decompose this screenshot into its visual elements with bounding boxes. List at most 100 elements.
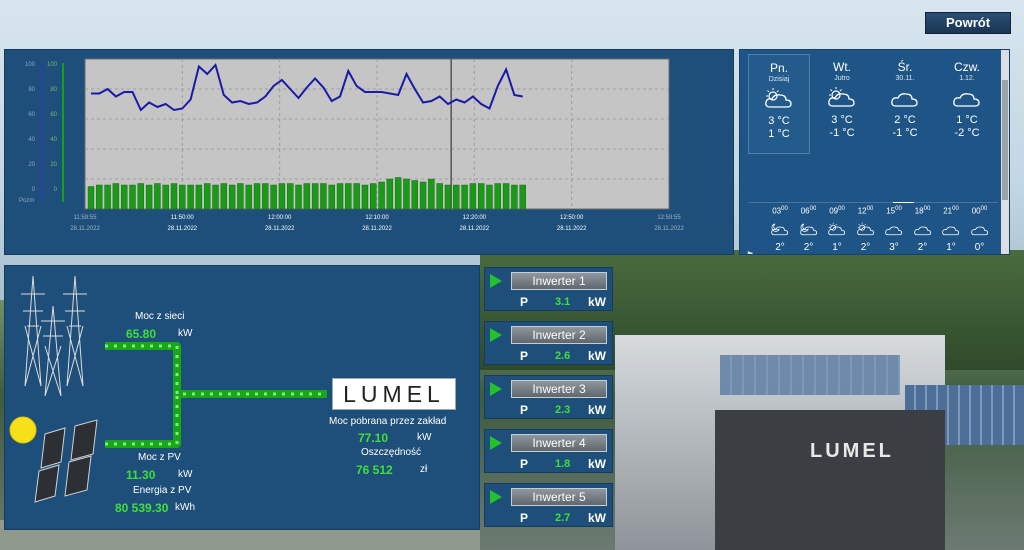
inverter-button[interactable]: Inwerter 2 — [511, 326, 607, 344]
bar-mark — [129, 184, 136, 210]
hour-label: 0900 — [825, 206, 849, 216]
hour-value: 06 — [800, 206, 810, 216]
x-tick-time: 12:50:00 — [560, 215, 584, 221]
hour-label: 1800 — [911, 206, 935, 216]
play-arrow-icon[interactable] — [490, 328, 502, 342]
logo-text: LUMEL — [343, 381, 445, 407]
bar-mark — [187, 184, 194, 210]
day-forecast-tab[interactable]: Czw. 1.12. 1 °C -2 °C — [936, 54, 998, 154]
bar-mark — [444, 184, 452, 210]
day-date: Dzisiaj — [768, 76, 790, 83]
bar-mark — [96, 184, 103, 210]
scrollbar-thumb[interactable] — [1002, 80, 1008, 200]
cloud-icon — [891, 93, 918, 107]
y-tick-label-green: 80 — [50, 87, 57, 93]
hour-value: 15 — [886, 206, 896, 216]
bar-mark — [220, 183, 228, 210]
savings-label: Oszczędność — [361, 447, 422, 458]
y-tick-label-blue: 20 — [28, 162, 35, 168]
lumel-logo: LUMEL — [332, 378, 456, 410]
hour-value: 18 — [914, 206, 924, 216]
day-temp-high: 2 °C — [894, 114, 916, 126]
day-name: Śr. — [897, 60, 913, 74]
bar-mark — [104, 184, 111, 210]
y-tick-label-green: 20 — [50, 162, 57, 168]
pv-energy-value: 80 539.30 — [115, 501, 169, 515]
x-tick-date: 28.11.2022 — [70, 226, 100, 232]
cloud-icon — [913, 226, 931, 235]
hour-label: 0600 — [797, 206, 821, 216]
inverter-button[interactable]: Inwerter 4 — [511, 434, 607, 452]
bar-mark — [228, 184, 236, 210]
weather-scrollbar[interactable] — [1001, 50, 1009, 254]
cloud-icon — [942, 226, 960, 235]
day-forecast-tab[interactable]: Pn. Dzisiaj 3 °C 1 °C — [748, 54, 810, 154]
bar-mark — [303, 183, 311, 210]
day-temp-low: -1 °C — [892, 127, 918, 139]
power-chart[interactable]: 100 100 80 80 60 60 40 40 20 20 0 0 Pozm 11:59:55 28.1… — [5, 50, 735, 256]
hour-label: 0300 — [768, 206, 792, 216]
day-temp-high: 3 °C — [768, 115, 790, 127]
day-date: Jutro — [834, 75, 850, 82]
x-tick-date: 28.11.2022 — [460, 226, 490, 232]
hour-temp: 1° — [946, 241, 956, 253]
inverter-p-label: P — [520, 511, 529, 525]
play-arrow-icon[interactable] — [490, 382, 502, 396]
bar-mark — [270, 184, 277, 210]
play-arrow-icon[interactable] — [490, 436, 502, 450]
weather-widget: Pn. Dzisiaj 3 °C 1 °C Wt. Jutro 3 °C -1 °C Śr. 30… — [739, 49, 1010, 255]
inverter-power-value: 1.8 — [555, 458, 571, 470]
x-tick-date: 28.11.2022 — [168, 226, 198, 232]
pv-power-value: 11.30 — [126, 468, 156, 482]
bar-mark — [262, 183, 269, 210]
bar-mark — [87, 186, 95, 210]
sun-icon — [9, 416, 37, 444]
hour-label: 2100 — [939, 206, 963, 216]
bar-mark — [154, 183, 161, 210]
bar-mark — [328, 184, 335, 210]
y-tick-label-blue: 80 — [28, 87, 35, 93]
grid-power-unit: kW — [178, 328, 193, 339]
partly-cloudy-sun-icon — [765, 88, 792, 108]
hour-suffix: 00 — [838, 206, 845, 212]
x-tick-date: 28.11.2022 — [362, 226, 392, 232]
hour-temp: 0° — [974, 241, 985, 253]
day-forecast-tab[interactable]: Wt. Jutro 3 °C -1 °C — [811, 54, 873, 154]
bar-mark — [137, 183, 144, 210]
cloud-icon — [970, 226, 988, 235]
bar-mark — [145, 184, 153, 210]
day-name: Czw. — [953, 60, 980, 74]
inverter-button[interactable]: Inwerter 1 — [511, 272, 607, 290]
background-building-logo: LUMEL — [810, 440, 894, 462]
inverter-button[interactable]: Inwerter 3 — [511, 380, 607, 398]
bar-mark — [511, 184, 518, 210]
inverter-p-label: P — [520, 457, 529, 471]
inverter-card: Inwerter 2 P 2.6 kW — [484, 321, 613, 365]
inverter-power-unit: kW — [588, 403, 606, 417]
hour-suffix: 00 — [923, 206, 931, 212]
bar-mark — [436, 183, 443, 210]
x-tick-time: 12:10:00 — [365, 215, 389, 221]
inverter-card: Inwerter 5 P 2.7 kW — [484, 483, 613, 527]
inverter-power-value: 2.6 — [555, 350, 571, 362]
bar-mark — [345, 183, 352, 210]
bar-mark — [121, 184, 128, 210]
y-tick-label-blue: 0 — [32, 187, 36, 193]
hour-temp: 2° — [917, 241, 928, 253]
play-arrow-icon[interactable] — [490, 274, 502, 288]
inverter-card: Inwerter 1 P 3.1 kW — [484, 267, 613, 311]
day-date: 1.12. — [959, 75, 975, 82]
bar-mark — [320, 183, 327, 210]
hour-forecast: 03002°➘110% — [768, 206, 792, 254]
y-tick-label-blue: 100 — [25, 62, 36, 68]
bar-mark — [502, 183, 510, 210]
back-button[interactable]: Powrót — [925, 12, 1011, 34]
day-forecast-tab[interactable]: Śr. 30.11. 2 °C -1 °C — [874, 54, 936, 154]
inverter-p-label: P — [520, 349, 529, 363]
background-solar-roof — [720, 355, 900, 395]
bar-mark — [461, 184, 468, 210]
inverter-button[interactable]: Inwerter 5 — [511, 488, 607, 506]
inverter-power-unit: kW — [588, 349, 606, 363]
play-arrow-icon[interactable] — [490, 490, 502, 504]
inverter-card: Inwerter 3 P 2.3 kW — [484, 375, 613, 419]
